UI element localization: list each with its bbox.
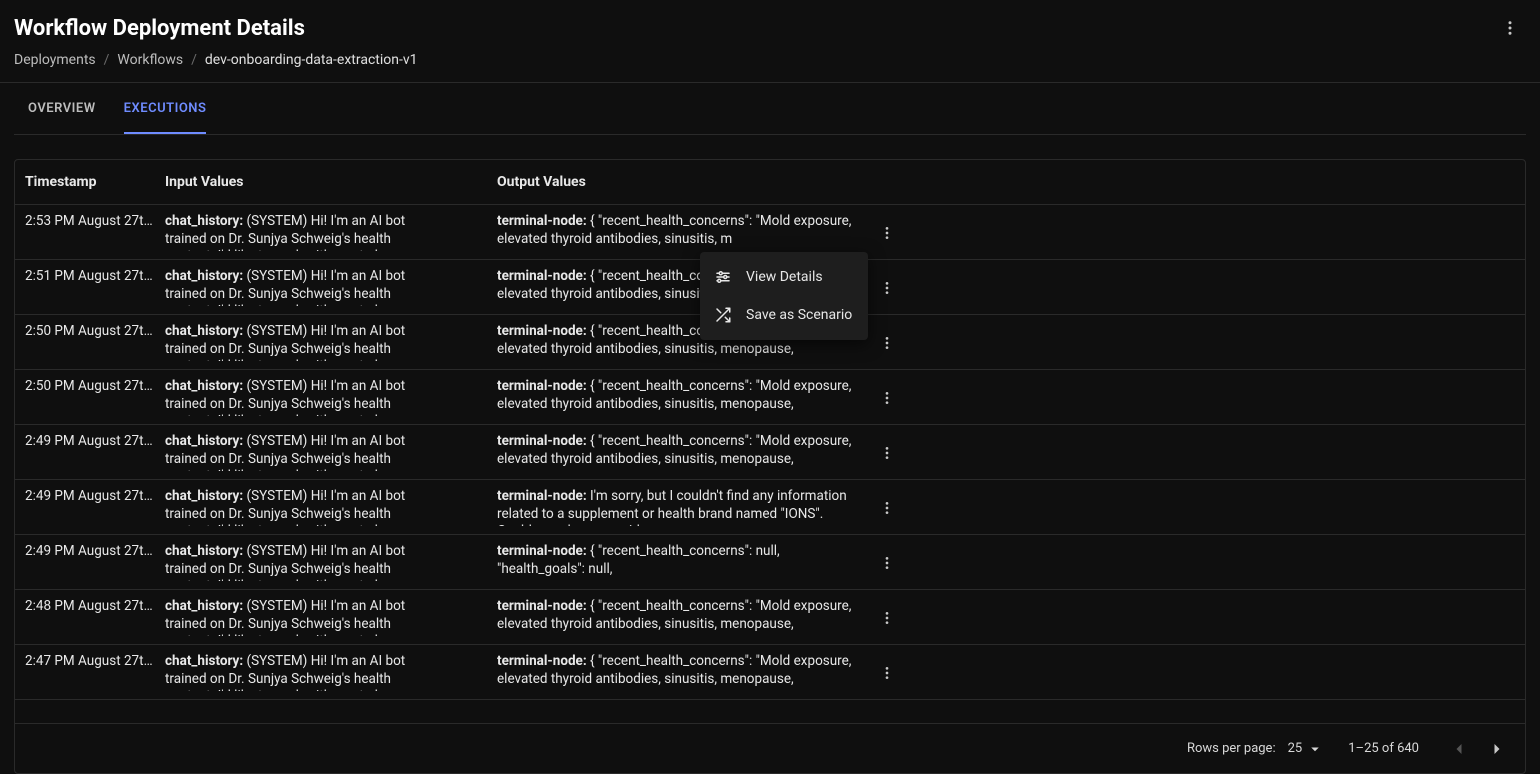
row-actions-button[interactable] xyxy=(871,217,903,249)
cell-input: chat_history: (SYSTEM) Hi! I'm an AI bot… xyxy=(165,598,497,636)
breadcrumb-workflows[interactable]: Workflows xyxy=(117,52,183,68)
cell-output: terminal-node: { "recent_health_concerns… xyxy=(497,598,867,636)
cell-input: chat_history: (SYSTEM) Hi! I'm an AI bot… xyxy=(165,268,497,306)
cell-input: chat_history: (SYSTEM) Hi! I'm an AI bot… xyxy=(165,433,497,471)
more-vert-icon xyxy=(879,280,895,296)
cell-input: chat_history: (SYSTEM) Hi! I'm an AI bot… xyxy=(165,323,497,361)
cell-output: terminal-node: { "recent_health_concerns… xyxy=(497,378,867,416)
tune-icon xyxy=(714,268,732,286)
menu-save-scenario-label: Save as Scenario xyxy=(746,307,852,323)
cell-timestamp: 2:53 PM August 27th… xyxy=(25,213,165,251)
more-vert-icon xyxy=(879,610,895,626)
tab-executions[interactable]: EXECUTIONS xyxy=(124,83,207,134)
more-vert-icon xyxy=(879,665,895,681)
row-actions-button[interactable] xyxy=(871,327,903,359)
cell-timestamp: 2:49 PM August 27th… xyxy=(25,488,165,526)
chevron-left-icon xyxy=(1449,739,1469,759)
cell-output: terminal-node: I'm sorry, but I couldn't… xyxy=(497,488,867,526)
more-vert-icon xyxy=(879,555,895,571)
row-actions-button[interactable] xyxy=(871,272,903,304)
table-row[interactable]: 2:49 PM August 27th…chat_history: (SYSTE… xyxy=(15,480,1525,535)
table-pagination: Rows per page: 25 1–25 of 640 xyxy=(15,723,1525,773)
cell-input: chat_history: (SYSTEM) Hi! I'm an AI bot… xyxy=(165,213,497,251)
row-actions-button[interactable] xyxy=(871,382,903,414)
cell-input: chat_history: (SYSTEM) Hi! I'm an AI bot… xyxy=(165,653,497,691)
prev-page-button[interactable] xyxy=(1443,733,1475,765)
next-page-button[interactable] xyxy=(1481,733,1513,765)
column-timestamp[interactable]: Timestamp xyxy=(25,174,165,190)
cell-timestamp: 2:49 PM August 27th… xyxy=(25,543,165,581)
cell-timestamp: 2:47 PM August 27th… xyxy=(25,653,165,691)
page-actions-button[interactable] xyxy=(1494,12,1526,44)
row-actions-button[interactable] xyxy=(871,492,903,524)
rows-per-page-select[interactable]: 25 xyxy=(1288,740,1325,758)
dropdown-icon xyxy=(1306,740,1324,758)
breadcrumb-separator: / xyxy=(191,52,197,68)
cell-input: chat_history: (SYSTEM) Hi! I'm an AI bot… xyxy=(165,488,497,526)
cell-output: terminal-node: { "recent_health_concerns… xyxy=(497,213,867,251)
breadcrumb-separator: / xyxy=(104,52,110,68)
more-vert-icon xyxy=(879,500,895,516)
cell-timestamp: 2:50 PM August 27th… xyxy=(25,323,165,361)
breadcrumb-deployments[interactable]: Deployments xyxy=(14,52,96,68)
menu-view-details[interactable]: View Details xyxy=(700,258,868,296)
cell-input: chat_history: (SYSTEM) Hi! I'm an AI bot… xyxy=(165,378,497,416)
cell-output: terminal-node: { "recent_health_concerns… xyxy=(497,653,867,691)
menu-view-details-label: View Details xyxy=(746,269,823,285)
more-vert-icon xyxy=(879,335,895,351)
cell-timestamp: 2:49 PM August 27th… xyxy=(25,433,165,471)
cell-timestamp: 2:50 PM August 27th… xyxy=(25,378,165,416)
cell-output: terminal-node: { "recent_health_concerns… xyxy=(497,543,867,581)
row-actions-button[interactable] xyxy=(871,547,903,579)
row-actions-button[interactable] xyxy=(871,602,903,634)
rows-per-page-value: 25 xyxy=(1288,741,1303,756)
column-input-values[interactable]: Input Values xyxy=(165,174,497,190)
rows-per-page-label: Rows per page: xyxy=(1187,741,1276,756)
tab-overview[interactable]: OVERVIEW xyxy=(28,83,96,134)
tabs: OVERVIEW EXECUTIONS xyxy=(14,83,1526,135)
more-vert-icon xyxy=(879,445,895,461)
menu-save-scenario[interactable]: Save as Scenario xyxy=(700,296,868,334)
cell-output: terminal-node: { "recent_health_concerns… xyxy=(497,433,867,471)
chevron-right-icon xyxy=(1487,739,1507,759)
cell-input: chat_history: (SYSTEM) Hi! I'm an AI bot… xyxy=(165,543,497,581)
breadcrumb: Deployments / Workflows / dev-onboarding… xyxy=(0,44,1540,83)
shuffle-icon xyxy=(714,306,732,324)
table-row[interactable]: 2:48 PM August 27th…chat_history: (SYSTE… xyxy=(15,590,1525,645)
column-output-values[interactable]: Output Values xyxy=(497,174,1475,190)
table-header: Timestamp Input Values Output Values xyxy=(15,160,1525,205)
pagination-range: 1–25 of 640 xyxy=(1348,741,1419,756)
table-row[interactable]: 2:49 PM August 27th…chat_history: (SYSTE… xyxy=(15,535,1525,590)
cell-timestamp: 2:48 PM August 27th… xyxy=(25,598,165,636)
more-vert-icon xyxy=(879,225,895,241)
more-vert-icon xyxy=(879,390,895,406)
more-vert-icon xyxy=(1501,19,1519,37)
breadcrumb-current: dev-onboarding-data-extraction-v1 xyxy=(205,52,418,68)
row-actions-button[interactable] xyxy=(871,437,903,469)
row-context-menu: View Details Save as Scenario xyxy=(700,252,868,340)
page-title: Workflow Deployment Details xyxy=(14,16,305,41)
table-row[interactable]: 2:47 PM August 27th…chat_history: (SYSTE… xyxy=(15,645,1525,700)
cell-timestamp: 2:51 PM August 27th… xyxy=(25,268,165,306)
table-row[interactable]: 2:50 PM August 27th…chat_history: (SYSTE… xyxy=(15,370,1525,425)
row-actions-button[interactable] xyxy=(871,657,903,689)
table-row[interactable]: 2:49 PM August 27th…chat_history: (SYSTE… xyxy=(15,425,1525,480)
